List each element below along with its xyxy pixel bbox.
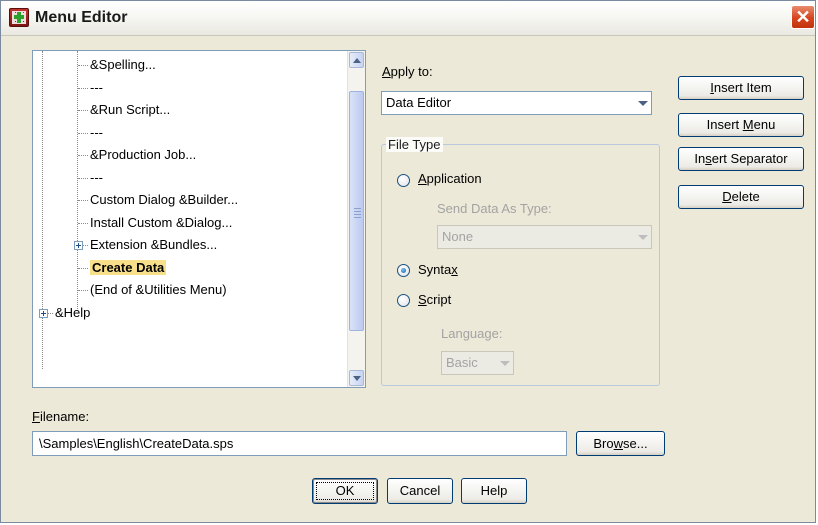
insert-separator-button[interactable]: Insert Separator: [678, 147, 804, 171]
tree-item[interactable]: &Run Script...: [90, 99, 170, 121]
language-value: Basic: [446, 355, 478, 370]
scroll-up-button[interactable]: [349, 52, 364, 68]
close-icon[interactable]: ✕: [791, 5, 815, 29]
expand-plus-icon[interactable]: [39, 308, 48, 318]
tree-item-label: Custom Dialog &Builder...: [90, 192, 239, 207]
language-label: Language:: [441, 326, 503, 341]
tree-connector: [78, 267, 88, 269]
tree-connector: [78, 155, 88, 156]
tree-item[interactable]: ---: [90, 167, 103, 189]
app-menu-editor-icon: [9, 8, 29, 27]
tree-guide-root: [42, 51, 43, 369]
delete-button[interactable]: Delete: [678, 185, 804, 209]
tree-connector: [78, 200, 88, 201]
send-data-label: Send Data As Type:: [437, 201, 552, 216]
tree-connector: [78, 222, 88, 224]
tree-item[interactable]: Extension &Bundles...: [90, 234, 217, 256]
scroll-thumb[interactable]: [349, 91, 364, 331]
language-select: Basic: [441, 351, 514, 375]
insert-item-button[interactable]: Insert Item: [678, 76, 804, 100]
tree-item-label: &Run Script...: [90, 102, 171, 117]
tree-item[interactable]: Custom Dialog &Builder...: [90, 189, 238, 211]
chevron-down-icon[interactable]: [633, 92, 651, 114]
tree-item[interactable]: (End of &Utilities Menu): [90, 279, 227, 301]
file-type-legend: File Type: [386, 137, 443, 152]
scroll-down-button[interactable]: [349, 370, 364, 386]
apply-to-select[interactable]: Data Editor: [381, 91, 652, 115]
tree-item[interactable]: Create Data: [90, 257, 167, 279]
tree-item[interactable]: ---: [90, 77, 103, 99]
tree-item-label: ---: [90, 124, 103, 140]
tree-item[interactable]: &Spelling...: [90, 54, 156, 76]
tree-item-label: ---: [90, 79, 103, 95]
tree-item[interactable]: Install Custom &Dialog...: [90, 212, 232, 234]
tree-item-label: &Spelling...: [90, 57, 156, 72]
browse-button[interactable]: Browse...: [576, 431, 665, 456]
tree-item-label: (End of &Utilities Menu): [90, 282, 227, 297]
apply-to-label: Apply to:: [382, 64, 433, 79]
send-data-value: None: [442, 229, 474, 244]
tree-vertical-scrollbar[interactable]: [347, 51, 365, 387]
tree-item[interactable]: &Help: [55, 302, 90, 324]
ok-button[interactable]: OK: [312, 478, 378, 504]
tree-connector: [78, 65, 88, 66]
filename-value: \Samples\English\CreateData.sps: [39, 436, 234, 451]
tree-item[interactable]: ---: [90, 122, 103, 144]
help-button[interactable]: Help: [461, 478, 527, 504]
insert-menu-button[interactable]: Insert Menu: [678, 113, 804, 137]
chevron-down-icon: [633, 226, 651, 248]
tree-connector: [78, 87, 88, 89]
tree-guide-level2: [77, 51, 78, 311]
syntax-label[interactable]: Syntax: [418, 262, 458, 277]
send-data-select: None: [437, 225, 652, 249]
tree-item-label: &Production Job...: [90, 147, 197, 162]
tree-connector: [78, 290, 88, 291]
filename-field[interactable]: \Samples\English\CreateData.sps: [32, 431, 567, 456]
tree-item-label: Install Custom &Dialog...: [90, 214, 233, 230]
chevron-down-icon: [495, 352, 513, 374]
menu-tree[interactable]: &Spelling... --- &Run Script... --- &Product…: [32, 50, 366, 388]
filename-label: Filename:: [32, 409, 90, 424]
apply-to-value: Data Editor: [386, 95, 452, 110]
script-label[interactable]: Script: [418, 292, 451, 307]
tree-item-label: ---: [90, 169, 103, 185]
syntax-radio[interactable]: [397, 264, 410, 277]
title-bar[interactable]: Menu Editor ✕: [1, 1, 815, 36]
tree-item[interactable]: &Production Job...: [90, 144, 196, 166]
tree-connector: [78, 177, 88, 179]
cancel-button[interactable]: Cancel: [387, 478, 453, 504]
application-label[interactable]: Application: [418, 171, 482, 186]
tree-item-label: Extension &Bundles...: [90, 237, 218, 252]
application-radio[interactable]: [397, 174, 410, 187]
script-radio[interactable]: [397, 294, 410, 307]
tree-item-label: &Help: [55, 304, 91, 320]
window-title: Menu Editor: [35, 9, 128, 26]
tree-connector: [78, 132, 88, 134]
expand-plus-icon[interactable]: [74, 241, 83, 250]
tree-connector: [78, 110, 88, 111]
tree-item-label: Create Data: [90, 259, 167, 275]
